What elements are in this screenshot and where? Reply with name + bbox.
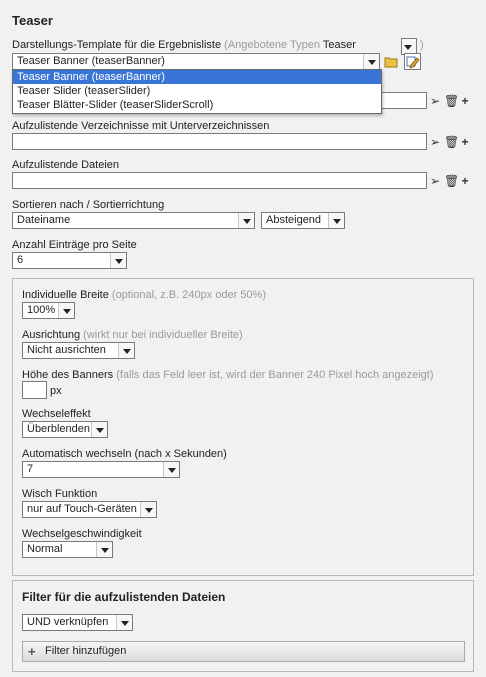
chevron-down-icon (328, 213, 344, 228)
per-page-label: Anzahl Einträge pro Seite (12, 239, 137, 251)
align-select[interactable]: Nicht ausrichten (22, 342, 135, 359)
files-input[interactable] (12, 172, 427, 189)
filter-title: Filter für die aufzulistenden Dateien (22, 590, 226, 604)
dropdown-option[interactable]: Teaser Banner (teaserBanner) (13, 70, 381, 84)
chevron-down-icon (118, 343, 134, 358)
chevron-down-icon (91, 422, 107, 437)
auto-label: Automatisch wechseln (nach x Sekunden) (22, 448, 227, 460)
width-select[interactable]: 100% (22, 302, 75, 319)
effect-select[interactable]: Überblenden (22, 421, 108, 438)
add-filter-button[interactable]: + Filter hinzufügen (22, 641, 465, 662)
template-hint-close: ) (420, 39, 424, 51)
plus-icon[interactable]: + (459, 95, 471, 107)
swipe-select[interactable]: nur auf Touch-Geräten (22, 501, 157, 518)
trash-icon[interactable]: 🗑 (444, 175, 459, 187)
files-label: Aufzulistende Dateien (12, 159, 120, 171)
dirs-label: Aufzulistende Verzeichnisse mit Unterver… (12, 120, 270, 132)
filter-mode-select[interactable]: UND verknüpfen (22, 614, 133, 631)
template-select[interactable]: Teaser Banner (teaserBanner) (12, 53, 380, 70)
cursor-icon[interactable]: ➢ (429, 95, 441, 107)
chevron-down-icon (238, 213, 254, 228)
plus-icon: + (28, 644, 36, 659)
chevron-down-icon (140, 502, 156, 517)
height-label: Höhe des Banners (falls das Feld leer is… (22, 369, 434, 381)
chevron-down-icon (163, 462, 179, 477)
chevron-down-icon (96, 542, 112, 557)
edit-icon[interactable] (404, 53, 421, 70)
per-page-select[interactable]: 6 (12, 252, 127, 269)
dropdown-option[interactable]: Teaser Slider (teaserSlider) (13, 84, 381, 98)
chevron-down-icon (363, 54, 379, 69)
chevron-down-icon (58, 303, 74, 318)
auto-select[interactable]: 7 (22, 461, 180, 478)
chevron-down-icon (110, 253, 126, 268)
height-input[interactable] (22, 381, 47, 399)
effect-label: Wechseleffekt (22, 408, 91, 420)
align-label: Ausrichtung (wirkt nur bei individueller… (22, 329, 243, 341)
cursor-icon[interactable]: ➢ (429, 175, 441, 187)
section-title: Teaser (12, 13, 53, 28)
trash-icon[interactable]: 🗑 (444, 136, 459, 148)
height-unit: px (50, 385, 62, 397)
dirs-input[interactable] (12, 133, 427, 150)
sort-direction-select[interactable]: Absteigend (261, 212, 345, 229)
chevron-down-icon (116, 615, 132, 630)
speed-select[interactable]: Normal (22, 541, 113, 558)
width-label: Individuelle Breite (optional, z.B. 240p… (22, 289, 266, 301)
template-label: Darstellungs-Template für die Ergebnisli… (12, 39, 356, 51)
speed-label: Wechselgeschwindigkeit (22, 528, 142, 540)
folder-icon[interactable] (384, 54, 399, 69)
swipe-label: Wisch Funktion (22, 488, 98, 500)
trash-icon[interactable]: 🗑 (444, 95, 459, 107)
cursor-icon[interactable]: ➢ (429, 136, 441, 148)
template-dropdown[interactable]: Teaser Banner (teaserBanner) Teaser Slid… (12, 69, 382, 114)
dropdown-option[interactable]: Teaser Blätter-Slider (teaserSliderScrol… (13, 98, 381, 112)
plus-icon[interactable]: + (459, 175, 471, 187)
sort-label: Sortieren nach / Sortierrichtung (12, 199, 165, 211)
sort-field-select[interactable]: Dateiname (12, 212, 255, 229)
plus-icon[interactable]: + (459, 136, 471, 148)
